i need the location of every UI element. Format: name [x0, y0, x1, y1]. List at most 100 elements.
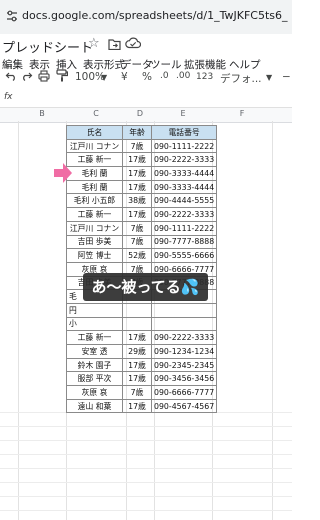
cell-phone[interactable]: 090-2222-3333 — [150, 207, 218, 222]
cell-name[interactable]: 毛利 蘭 — [66, 166, 123, 181]
table-row: 安室 透 29歳 090-1234-1234 — [66, 344, 218, 359]
cell-age[interactable]: 17歳 — [122, 357, 152, 373]
cell-age[interactable]: 38歳 — [122, 193, 152, 209]
table-row: 毛利 蘭 17歳 090-3333-4444 — [66, 179, 218, 195]
cell-age[interactable]: 52歳 — [122, 248, 152, 263]
grid-line — [18, 121, 19, 520]
table-row: 工藤 新一 17歳 090-2222-3333 — [66, 152, 218, 168]
cell-name[interactable]: 工藤 新一 — [66, 330, 123, 345]
cell-name[interactable]: 円 — [66, 302, 123, 318]
cell-phone[interactable]: 090-5555-6666 — [150, 248, 218, 263]
column-header-c[interactable]: C — [66, 109, 126, 118]
cell-phone[interactable]: 090-3456-3456 — [150, 371, 218, 387]
cell-name[interactable]: 安室 透 — [66, 344, 123, 359]
cell-name[interactable]: 工藤 新一 — [66, 152, 123, 168]
cell-phone[interactable]: 090-4444-5555 — [150, 193, 218, 209]
font-select[interactable]: デフォ... — [220, 71, 262, 86]
cell-age[interactable]: 7歳 — [122, 220, 152, 236]
cell-age[interactable]: 17歳 — [122, 166, 152, 181]
cell-name[interactable]: 工藤 新一 — [66, 207, 123, 222]
cell-age[interactable]: 29歳 — [122, 344, 152, 359]
cell-phone[interactable]: 090-1111-2222 — [150, 220, 218, 236]
currency-format-button[interactable]: ¥ — [121, 71, 128, 83]
cell-phone[interactable]: 090-7777-8888 — [150, 234, 218, 250]
cell-age[interactable]: 17歳 — [122, 179, 152, 195]
cell-name[interactable]: 江戸川 コナン — [66, 138, 123, 154]
cell-age[interactable] — [122, 316, 152, 332]
column-header-row: B C D E F — [0, 107, 292, 123]
cell-name[interactable]: 阿笠 博士 — [66, 248, 123, 263]
font-size-decrease-button[interactable]: − — [282, 71, 291, 83]
cell-phone[interactable]: 090-4567-4567 — [150, 398, 218, 414]
cell-phone[interactable]: 090-1234-1234 — [150, 344, 218, 359]
column-header-d[interactable]: D — [126, 109, 154, 118]
cell-phone[interactable]: 090-2222-3333 — [150, 330, 218, 345]
table-row: 工藤 新一 17歳 090-2222-3333 — [66, 330, 218, 345]
cell-phone[interactable]: 090-3333-4444 — [150, 179, 218, 195]
star-icon[interactable]: ☆ — [88, 36, 100, 51]
increase-decimal-button[interactable]: .00 — [176, 71, 190, 81]
header-cell-name[interactable]: 氏名 — [66, 125, 123, 140]
chevron-down-icon[interactable]: ▼ — [101, 73, 107, 82]
number-format-button[interactable]: 123 — [196, 72, 213, 82]
column-header-b[interactable]: B — [18, 109, 66, 118]
grid-line — [0, 454, 292, 455]
redo-icon[interactable] — [21, 71, 33, 81]
table-row: 円 — [66, 302, 218, 318]
cell-age[interactable]: 17歳 — [122, 371, 152, 387]
cell-phone[interactable] — [150, 302, 218, 318]
table-row: 吉田 歩美7歳090-7777-8888 — [66, 234, 218, 250]
cell-phone[interactable]: 090-6666-7777 — [150, 385, 218, 400]
cell-age[interactable]: 17歳 — [122, 152, 152, 168]
font-chevron-icon[interactable]: ▼ — [266, 73, 272, 82]
cell-name[interactable]: 毛利 蘭 — [66, 179, 123, 195]
table-row: 工藤 新一 17歳 090-2222-3333 — [66, 207, 218, 222]
cell-name[interactable]: 服部 平次 — [66, 371, 123, 387]
table-row: 小 — [66, 316, 218, 332]
cell-age[interactable] — [122, 302, 152, 318]
decrease-decimal-button[interactable]: .0 — [160, 71, 169, 81]
paint-format-icon[interactable] — [56, 69, 68, 82]
cell-age[interactable]: 7歳 — [122, 234, 152, 250]
cell-age[interactable]: 17歳 — [122, 207, 152, 222]
cell-age[interactable]: 17歳 — [122, 398, 152, 414]
column-header-f[interactable]: F — [212, 109, 272, 118]
cell-phone[interactable] — [150, 316, 218, 332]
cell-age[interactable]: 7歳 — [122, 138, 152, 154]
table-row: 阿笠 博士 52歳 090-5555-6666 — [66, 248, 218, 263]
cell-phone[interactable]: 090-1111-2222 — [150, 138, 218, 154]
move-folder-icon[interactable] — [108, 39, 121, 50]
formula-bar: fx — [0, 90, 292, 106]
percent-format-button[interactable]: % — [142, 71, 152, 83]
cell-age[interactable]: 7歳 — [122, 385, 152, 400]
cell-name[interactable]: 遠山 和葉 — [66, 398, 123, 414]
grid-line — [0, 496, 292, 497]
undo-icon[interactable] — [5, 71, 17, 81]
cell-name[interactable]: 小 — [66, 316, 123, 332]
table-row: 江戸川 コナン 7歳 090-1111-2222 — [66, 138, 218, 154]
cell-name[interactable]: 吉田 歩美 — [66, 234, 123, 250]
header-cell-age[interactable]: 年齢 — [122, 125, 152, 140]
print-icon[interactable] — [38, 70, 50, 82]
url-text[interactable]: docs.google.com/spreadsheets/d/1_TwJKFC5… — [22, 9, 288, 22]
table-row: 遠山 和葉 17歳 090-4567-4567 — [66, 398, 218, 414]
cell-phone[interactable]: 090-2345-2345 — [150, 357, 218, 373]
site-settings-icon[interactable] — [6, 10, 18, 22]
cell-name[interactable]: 江戸川 コナン — [66, 220, 123, 236]
doc-title[interactable]: プレッドシート — [2, 37, 93, 56]
cell-age[interactable]: 17歳 — [122, 330, 152, 345]
grid-line — [0, 440, 292, 441]
cell-name[interactable]: 鈴木 園子 — [66, 357, 123, 373]
table-row: 毛利 小五郎 38歳 090-4444-5555 — [66, 193, 218, 209]
grid-line — [0, 468, 292, 469]
grid-line — [272, 121, 273, 520]
cell-phone[interactable]: 090-2222-3333 — [150, 152, 218, 168]
browser-url-bar[interactable]: docs.google.com/spreadsheets/d/1_TwJKFC5… — [0, 0, 292, 34]
column-header-e[interactable]: E — [154, 109, 212, 118]
cell-name[interactable]: 毛利 小五郎 — [66, 193, 123, 209]
cell-name[interactable]: 灰原 哀 — [66, 385, 123, 400]
header-cell-phone[interactable]: 電話番号 — [150, 125, 218, 140]
table-row: 江戸川 コナン 7歳 090-1111-2222 — [66, 220, 218, 236]
cloud-saved-icon[interactable] — [125, 37, 141, 49]
cell-phone[interactable]: 090-3333-4444 — [150, 166, 218, 181]
